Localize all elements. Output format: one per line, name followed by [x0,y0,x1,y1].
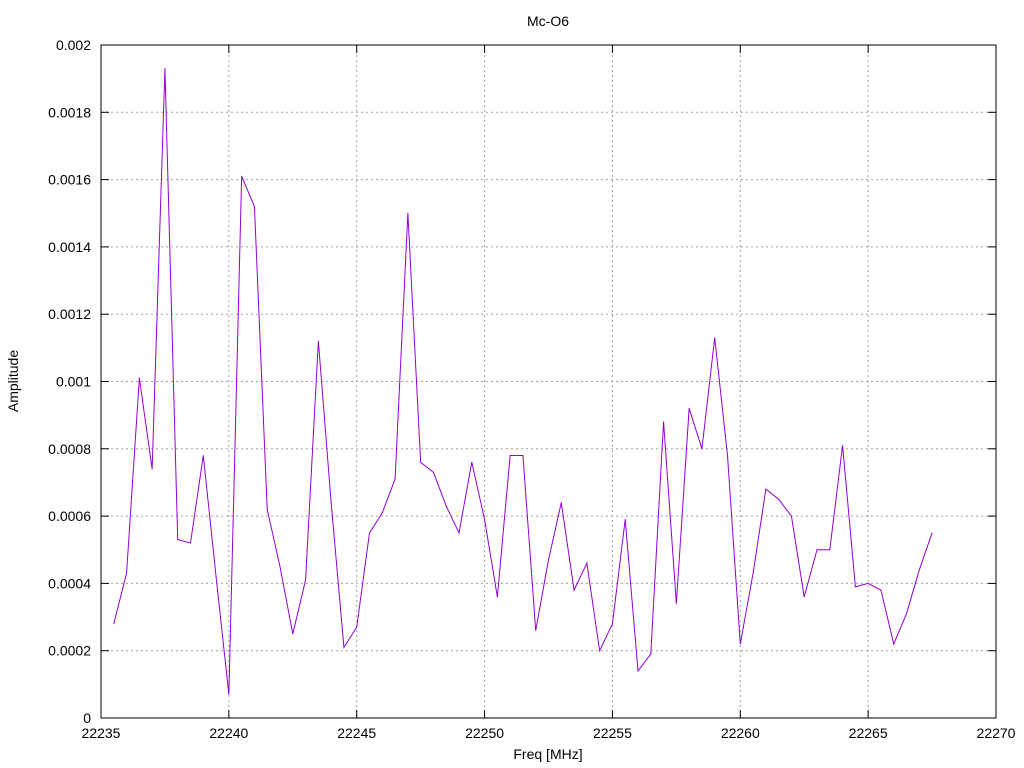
data-point [535,629,537,632]
data-point [739,643,741,645]
data-point [151,468,153,470]
data-point [714,337,716,339]
data-point [381,512,383,514]
data-point [880,589,882,591]
data-point [624,518,626,521]
data-point [931,532,933,534]
x-tick-label: 22260 [721,725,760,741]
data-point [918,569,920,571]
data-point [356,626,358,628]
data-point [841,444,844,447]
data-point [241,175,243,177]
data-point [432,471,435,473]
data-point [509,454,511,457]
data-point [867,582,869,585]
data-point [573,589,575,591]
x-axis-label: Freq [MHz] [513,746,582,762]
y-axis-label: Amplitude [5,350,21,412]
data-point [189,542,192,544]
grid-lines [101,45,996,718]
data-point [637,670,639,672]
x-tick-label: 22265 [849,725,888,741]
data-point [829,549,831,551]
data-point [304,579,307,581]
data-point [253,205,256,208]
y-tick-label: 0 [83,710,91,726]
y-tick-label: 0.0012 [48,306,91,322]
data-point [471,461,473,463]
data-point [688,407,690,410]
y-tick-label: 0.0016 [48,172,91,188]
data-point [675,602,677,605]
data-point [854,586,856,588]
data-point [650,653,652,655]
data-point [483,518,486,521]
data-point [778,498,780,500]
data-point [330,502,332,504]
data-point [138,377,140,379]
x-tick-labels: 22235 22240 22245 22250 22255 22260 22265 22270 [82,725,1016,741]
data-point [164,67,166,70]
data-point [458,532,460,534]
data-point [228,693,230,696]
data-point [522,454,524,457]
x-tick-label: 22250 [465,725,504,741]
y-tick-label: 0.0002 [48,643,91,659]
y-tick-label: 0.001 [56,374,91,390]
y-tick-label: 0.0018 [48,104,91,120]
data-point [701,448,703,450]
data-point [662,421,665,423]
data-point [547,559,550,561]
x-tick-label: 22255 [593,725,632,741]
data-point [215,576,217,578]
data-point [599,650,601,652]
x-tick-label: 22270 [977,725,1016,741]
data-point [394,478,396,480]
data-point [816,549,818,551]
data-point [317,340,319,342]
data-point [407,212,409,214]
x-tick-label: 22240 [209,725,248,741]
data-point [765,488,767,490]
data-point [279,565,281,568]
y-tick-labels: 0 0.0002 0.0004 0.0006 0.0008 0.001 0.0012 0.00… [48,37,91,726]
data-point [266,508,268,510]
data-point [803,596,805,598]
y-tick-label: 0.002 [56,37,91,53]
data-point [905,613,908,615]
x-tick-label: 22245 [337,725,376,741]
data-point [790,515,793,517]
data-point [726,454,729,457]
y-tick-label: 0.0008 [48,441,91,457]
y-tick-label: 0.0014 [48,239,91,255]
data-point [893,643,895,645]
data-point [586,562,588,564]
chart: 22235 22240 22245 22250 22255 22260 22265 22270… [5,13,1016,762]
data-point [420,461,422,463]
data-point [125,572,128,574]
data-point [202,454,204,457]
x-tick-label: 22235 [82,725,121,741]
data-point [496,596,498,598]
data-point [752,572,754,574]
chart-title: Mc-O6 [527,13,569,29]
data-point [445,505,447,507]
data-point [113,623,115,625]
data-point [292,633,294,635]
data-point [368,532,371,534]
data-point [177,539,179,541]
y-tick-label: 0.0004 [48,575,91,591]
data-point [560,502,562,504]
data-point [343,646,345,648]
y-tick-label: 0.0006 [48,508,91,524]
data-point [611,623,614,625]
